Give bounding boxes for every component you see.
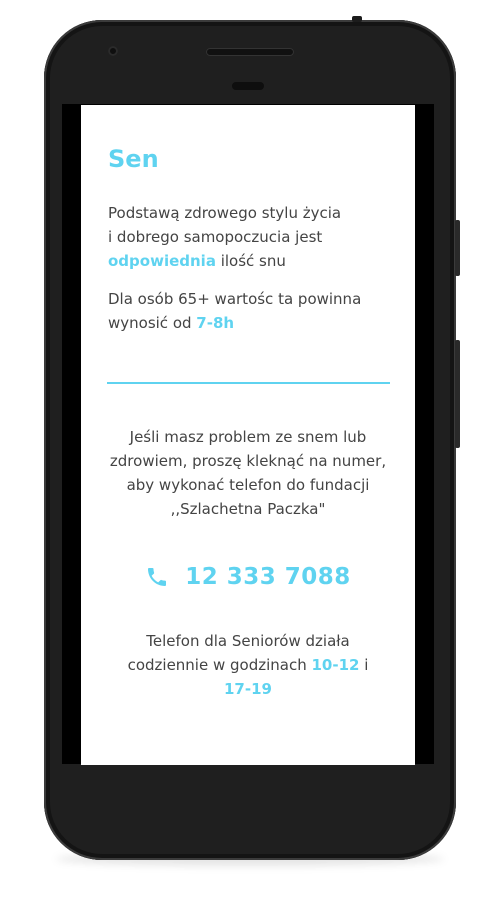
sleep-intro-text: Podstawą zdrowego stylu życia i dobrego …: [108, 201, 398, 273]
hours-middle: i: [359, 656, 369, 674]
phone-number[interactable]: 12 333 7088: [185, 564, 351, 590]
device-mockup: Sen Podstawą zdrowego stylu życia i dobr…: [0, 0, 500, 900]
earpiece-speaker: [206, 48, 294, 56]
help-info-text: Jeśli masz problem ze snem lub zdrowiem,…: [109, 428, 387, 518]
hours-info-text: Telefon dla Seniorów działa codziennie w…: [113, 629, 383, 701]
intro-highlight: odpowiednia: [108, 252, 216, 270]
senior-line-1: Dla osób 65+ wartośc ta powinna: [108, 290, 362, 308]
senior-line-2: wynosić od: [108, 314, 197, 332]
hours-range-2: 17-19: [224, 680, 272, 698]
intro-rest: ilość snu: [215, 252, 286, 270]
app-screen: Sen Podstawą zdrowego stylu życia i dobr…: [81, 105, 415, 765]
volume-button: [455, 340, 460, 448]
intro-line-1: Podstawą zdrowego stylu życia: [108, 204, 342, 222]
front-camera-icon: [108, 46, 118, 56]
section-divider: [107, 382, 390, 384]
call-phone-link[interactable]: 12 333 7088: [81, 559, 415, 595]
sensor-slot: [232, 82, 264, 90]
phone-icon: [145, 564, 169, 590]
top-button: [352, 16, 362, 22]
intro-line-2: i dobrego samopoczucia jest: [108, 228, 323, 246]
power-button: [455, 220, 460, 276]
page-title: Sen: [108, 145, 159, 173]
hours-range-1: 10-12: [311, 656, 360, 674]
sleep-hours-highlight: 7-8h: [196, 314, 235, 332]
senior-sleep-text: Dla osób 65+ wartośc ta powinna wynosić …: [108, 287, 398, 335]
